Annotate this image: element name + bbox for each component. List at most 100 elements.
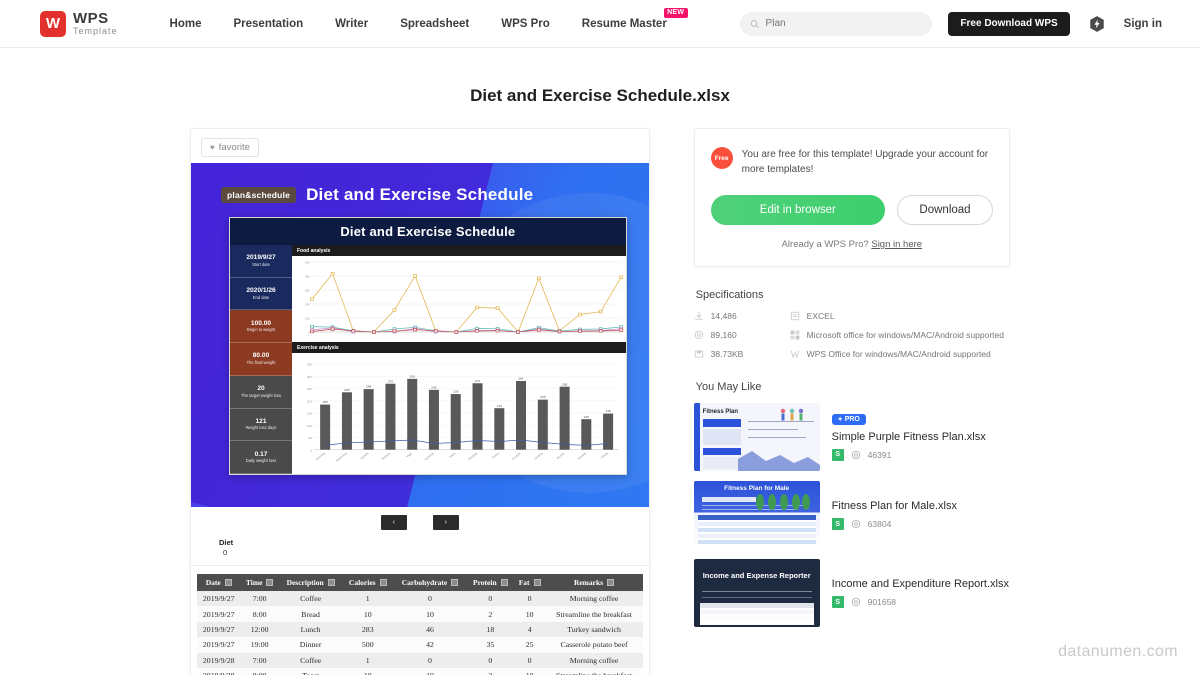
- filter-icon[interactable]: [607, 578, 615, 586]
- preview-slide-cover[interactable]: plan&schedule Diet and Exercise Schedule…: [191, 163, 649, 507]
- table-row: 2019/9/27 7:00 Coffee 1 0 0 0 Morning coffee: [197, 591, 643, 607]
- filter-icon[interactable]: [224, 578, 232, 586]
- table-row: 2019/9/27 12:00 Lunch 283 46 18 4 Turkey sandwi…: [197, 621, 643, 638]
- list-item[interactable]: Income and Expense Reporter Income and E…: [693, 559, 1010, 627]
- spec-filesize: 38.73KB: [694, 349, 790, 359]
- sign-in-link[interactable]: Sign in: [1124, 18, 1162, 30]
- svg-text:248: 248: [366, 385, 372, 389]
- filter-icon[interactable]: [451, 578, 459, 586]
- filter-icon[interactable]: [327, 578, 335, 586]
- nav-item-writer[interactable]: Writer: [335, 18, 368, 30]
- search-box[interactable]: [740, 11, 933, 36]
- table-column-header[interactable]: Date: [197, 574, 241, 591]
- lightning-bolt-icon[interactable]: [1086, 12, 1108, 36]
- wps-icon: [790, 350, 799, 359]
- food-analysis-header: Food analysis: [292, 245, 626, 256]
- table-cell: 0: [393, 591, 467, 607]
- table-cell: 2019/9/27: [197, 621, 241, 638]
- kpi-label: The target weight loss: [240, 392, 282, 398]
- logo-title: WPS: [73, 9, 109, 27]
- table-cell: 8:00: [240, 667, 279, 675]
- you-may-like-title: You May Like: [695, 381, 762, 393]
- table-header-row: Date Time Description Calories Carbohydrate P…: [197, 574, 643, 591]
- spec-value: 89,160: [710, 330, 737, 340]
- pro-signin-link[interactable]: Sign in here: [871, 239, 922, 250]
- favorite-button[interactable]: ♥ favorite: [201, 138, 259, 157]
- free-badge: Free: [710, 147, 733, 169]
- table-column-header[interactable]: Protein: [466, 574, 514, 591]
- wps-logo-mark: W: [40, 10, 66, 37]
- thumbnail-label: Income and Expense Reporter: [702, 571, 811, 580]
- svg-text:240: 240: [305, 303, 310, 307]
- svg-text:272: 272: [475, 379, 481, 383]
- preview-prev-button[interactable]: ‹: [380, 515, 407, 530]
- table-cell: 12:00: [240, 621, 279, 638]
- filter-icon[interactable]: [266, 578, 274, 586]
- list-item[interactable]: Fitness Plan ✦ PRO Simple Purple Fitness …: [693, 403, 1010, 471]
- table-column-header[interactable]: Carbohydrate: [393, 574, 467, 591]
- kpi-label: Start date: [252, 261, 270, 267]
- template-preview-card: ♥ favorite plan&schedule Diet and Exerci…: [190, 128, 650, 675]
- table-column-header[interactable]: Remarks: [545, 574, 643, 591]
- table-cell: 7:00: [240, 652, 279, 668]
- svg-text:148: 148: [605, 409, 611, 413]
- template-thumbnail: Fitness Plan: [693, 403, 820, 471]
- table-cell: 2: [466, 606, 514, 622]
- table-column-header[interactable]: Fat: [513, 574, 546, 591]
- filter-icon[interactable]: [533, 578, 541, 586]
- view-count: 901658: [867, 597, 897, 607]
- search-input[interactable]: [765, 18, 923, 29]
- excel-icon: S: [831, 596, 844, 608]
- nav-item-wps-pro[interactable]: WPS Pro: [501, 18, 550, 30]
- thumbnail-label: Fitness Plan: [702, 409, 739, 415]
- spec-value: 14,486: [710, 311, 737, 321]
- free-download-wps-button[interactable]: Free Download WPS: [948, 11, 1070, 36]
- preview-next-button[interactable]: ›: [432, 515, 459, 530]
- kpi-label: Weight loss days: [245, 425, 277, 431]
- table-cell: 42: [393, 637, 467, 653]
- kpi-label: End date: [252, 294, 270, 300]
- table-cell: Lunch: [278, 621, 343, 638]
- spec-wps: WPS Office for windows/MAC/Android suppo…: [790, 349, 1010, 359]
- table-cell: Toast: [278, 667, 343, 675]
- svg-text:Tennis: Tennis: [491, 451, 501, 459]
- wps-template-logo[interactable]: W WPS Template: [40, 9, 118, 37]
- nav-item-home[interactable]: Home: [170, 18, 202, 30]
- pro-badge: ✦ PRO: [831, 413, 866, 425]
- nav-item-spreadsheet[interactable]: Spreadsheet: [400, 18, 469, 30]
- spec-views: 89,160: [694, 330, 790, 340]
- table-cell: Turkey sandwich: [545, 621, 643, 638]
- kpi-start-date: 2019/9/27 Start date: [230, 245, 292, 278]
- table-cell: 10: [393, 606, 467, 622]
- main-navigation: Home Presentation Writer Spreadsheet WPS…: [170, 7, 688, 30]
- filter-icon[interactable]: [500, 578, 508, 586]
- edit-in-browser-button[interactable]: Edit in browser: [710, 195, 885, 225]
- table-cell: 0: [466, 652, 514, 668]
- table-cell: 283: [342, 621, 394, 638]
- filter-icon[interactable]: [379, 578, 387, 586]
- nav-item-resume-master[interactable]: Resume Master NEW: [582, 7, 688, 30]
- table-cell: 1: [342, 591, 394, 607]
- list-item[interactable]: Fitness Plan for Male Fitness Plan for M…: [693, 481, 1010, 549]
- kpi-loss-days: 121 Weight loss days: [230, 408, 292, 442]
- svg-text:235: 235: [344, 388, 350, 392]
- download-button[interactable]: Download: [897, 195, 993, 225]
- svg-text:245: 245: [431, 386, 437, 390]
- excel-icon: S: [831, 518, 844, 530]
- table-cell: 8:00: [240, 606, 279, 622]
- spec-microsoft: Microsoft office for windows/MAC/Android…: [790, 330, 1010, 340]
- svg-text:125: 125: [584, 415, 590, 419]
- table-column-header[interactable]: Calories: [342, 574, 394, 591]
- template-title: Income and Expenditure Report.xlsx: [831, 578, 1009, 590]
- page-title: Diet and Exercise Schedule.xlsx: [470, 86, 730, 105]
- svg-text:300: 300: [307, 375, 313, 379]
- eye-icon: [851, 450, 860, 459]
- table-column-header[interactable]: Time: [240, 574, 279, 591]
- free-message: You are free for this template! Upgrade …: [741, 149, 989, 175]
- exercise-analysis-header: Exercise analysis: [292, 342, 626, 353]
- nav-item-presentation[interactable]: Presentation: [233, 18, 303, 30]
- favorite-label: favorite: [218, 142, 250, 153]
- table-cell: Bread: [278, 606, 343, 622]
- table-column-header[interactable]: Description: [278, 574, 343, 591]
- svg-text:Cycling: Cycling: [359, 451, 370, 460]
